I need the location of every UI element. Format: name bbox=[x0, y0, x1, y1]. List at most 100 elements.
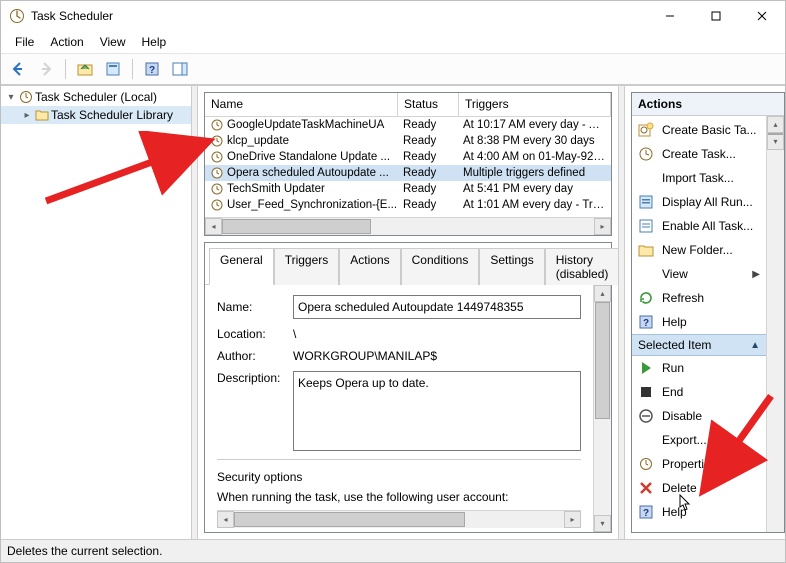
forward-button[interactable] bbox=[33, 56, 59, 82]
scroll-left-button[interactable]: ◂ bbox=[217, 511, 234, 528]
task-trigger: Multiple triggers defined bbox=[457, 167, 611, 179]
action-refresh[interactable]: Refresh bbox=[632, 286, 766, 310]
action-group-label: Selected Item bbox=[638, 338, 711, 352]
action-export[interactable]: Export... bbox=[632, 428, 766, 452]
action-label: New Folder... bbox=[662, 243, 733, 257]
action-group-selected-item[interactable]: Selected Item▲ bbox=[632, 334, 766, 356]
display-icon bbox=[638, 194, 654, 210]
action-create-basic[interactable]: Create Basic Ta... bbox=[632, 118, 766, 142]
collapse-icon[interactable]: ▾ bbox=[5, 92, 17, 103]
scroll-right-button[interactable]: ▸ bbox=[594, 218, 611, 235]
task-trigger: At 1:01 AM every day - Trigge... bbox=[457, 199, 611, 211]
action-import[interactable]: Import Task... bbox=[632, 166, 766, 190]
scroll-down-button[interactable]: ▾ bbox=[767, 133, 784, 150]
action-new-folder[interactable]: New Folder... bbox=[632, 238, 766, 262]
tab-history[interactable]: History (disabled) bbox=[545, 248, 620, 285]
help-icon: ? bbox=[638, 504, 654, 520]
scroll-up-button[interactable]: ▴ bbox=[767, 116, 784, 133]
action-label: Refresh bbox=[662, 291, 704, 305]
scroll-up-button[interactable]: ▴ bbox=[594, 285, 611, 302]
task-row[interactable]: GoogleUpdateTaskMachineUAReadyAt 10:17 A… bbox=[205, 117, 611, 133]
maximize-button[interactable] bbox=[693, 1, 739, 31]
close-button[interactable] bbox=[739, 1, 785, 31]
task-name: User_Feed_Synchronization-{E... bbox=[227, 199, 397, 211]
tree-library[interactable]: ▸ Task Scheduler Library bbox=[1, 106, 191, 124]
help-toolbar-button[interactable]: ? bbox=[139, 56, 165, 82]
action-help2[interactable]: ?Help bbox=[632, 500, 766, 524]
task-row[interactable]: TechSmith UpdaterReadyAt 5:41 PM every d… bbox=[205, 181, 611, 197]
scroll-down-button[interactable]: ▾ bbox=[594, 515, 611, 532]
menu-help[interactable]: Help bbox=[134, 33, 175, 51]
tab-actions[interactable]: Actions bbox=[339, 248, 400, 285]
description-field[interactable]: Keeps Opera up to date. bbox=[293, 371, 581, 451]
task-row[interactable]: OneDrive Standalone Update ...ReadyAt 4:… bbox=[205, 149, 611, 165]
properties-button[interactable] bbox=[100, 56, 126, 82]
task-list: Name Status Triggers GoogleUpdateTaskMac… bbox=[204, 92, 612, 236]
show-actions-button[interactable] bbox=[167, 56, 193, 82]
scroll-thumb[interactable] bbox=[595, 302, 610, 419]
scroll-thumb[interactable] bbox=[768, 133, 783, 135]
chevron-right-icon: ▶ bbox=[752, 269, 760, 280]
action-label: Create Task... bbox=[662, 147, 736, 161]
tree-root-label: Task Scheduler (Local) bbox=[35, 90, 157, 104]
action-enable-history[interactable]: Enable All Task... bbox=[632, 214, 766, 238]
task-row[interactable]: User_Feed_Synchronization-{E...ReadyAt 1… bbox=[205, 197, 611, 213]
menu-file[interactable]: File bbox=[7, 33, 42, 51]
actions-panel-container: Actions Create Basic Ta...Create Task...… bbox=[625, 86, 785, 539]
clock-icon bbox=[211, 183, 223, 195]
detail-horizontal-scrollbar[interactable]: ◂ ▸ bbox=[217, 510, 581, 528]
tab-triggers[interactable]: Triggers bbox=[274, 248, 340, 285]
window-title: Task Scheduler bbox=[31, 9, 647, 23]
up-button[interactable] bbox=[72, 56, 98, 82]
action-view[interactable]: View▶ bbox=[632, 262, 766, 286]
name-field[interactable] bbox=[293, 295, 581, 319]
tab-general[interactable]: General bbox=[209, 248, 274, 285]
scroll-track[interactable] bbox=[222, 218, 594, 235]
svg-text:?: ? bbox=[149, 65, 155, 76]
action-label: Create Basic Ta... bbox=[662, 123, 757, 137]
action-display-running[interactable]: Display All Run... bbox=[632, 190, 766, 214]
scroll-track[interactable] bbox=[234, 511, 564, 528]
scroll-thumb[interactable] bbox=[234, 512, 465, 527]
action-run[interactable]: Run bbox=[632, 356, 766, 380]
splitter-right[interactable] bbox=[618, 86, 625, 539]
action-help[interactable]: ?Help bbox=[632, 310, 766, 334]
detail-vertical-scrollbar[interactable]: ▴ ▾ bbox=[593, 285, 611, 532]
scroll-left-button[interactable]: ◂ bbox=[205, 218, 222, 235]
action-label: Run bbox=[662, 361, 684, 375]
scroll-thumb[interactable] bbox=[222, 219, 371, 234]
enable-icon bbox=[638, 218, 654, 234]
action-create-task[interactable]: Create Task... bbox=[632, 142, 766, 166]
action-disable[interactable]: Disable bbox=[632, 404, 766, 428]
body: ▾ Task Scheduler (Local) ▸ Task Schedule… bbox=[1, 85, 785, 539]
minimize-button[interactable] bbox=[647, 1, 693, 31]
back-button[interactable] bbox=[5, 56, 31, 82]
column-triggers[interactable]: Triggers bbox=[459, 93, 611, 117]
actions-body: Create Basic Ta... Create Task... Import T… bbox=[632, 116, 766, 532]
tree-root[interactable]: ▾ Task Scheduler (Local) bbox=[1, 88, 191, 106]
tree-panel: ▾ Task Scheduler (Local) ▸ Task Schedule… bbox=[1, 86, 191, 539]
expand-icon[interactable]: ▸ bbox=[21, 110, 33, 121]
run-icon bbox=[638, 360, 654, 376]
center-panel: Name Status Triggers GoogleUpdateTaskMac… bbox=[198, 86, 618, 539]
scroll-right-button[interactable]: ▸ bbox=[564, 511, 581, 528]
action-properties[interactable]: Properties bbox=[632, 452, 766, 476]
action-delete[interactable]: Delete bbox=[632, 476, 766, 500]
actions-vertical-scrollbar[interactable]: ▴ ▾ bbox=[766, 116, 784, 532]
horizontal-scrollbar[interactable]: ◂ ▸ bbox=[205, 217, 611, 235]
splitter-left[interactable] bbox=[191, 86, 198, 539]
tab-settings[interactable]: Settings bbox=[479, 248, 544, 285]
column-name[interactable]: Name bbox=[205, 93, 398, 117]
tab-conditions[interactable]: Conditions bbox=[401, 248, 480, 285]
task-details: General Triggers Actions Conditions Sett… bbox=[204, 242, 612, 533]
action-end[interactable]: End bbox=[632, 380, 766, 404]
menu-action[interactable]: Action bbox=[42, 33, 91, 51]
task-trigger: At 8:38 PM every 30 days bbox=[457, 135, 611, 147]
app-icon bbox=[9, 8, 25, 24]
column-status[interactable]: Status bbox=[398, 93, 459, 117]
folder-icon bbox=[638, 242, 654, 258]
menu-view[interactable]: View bbox=[92, 33, 134, 51]
blank-icon bbox=[638, 266, 654, 282]
task-row[interactable]: klcp_updateReadyAt 8:38 PM every 30 days bbox=[205, 133, 611, 149]
task-row[interactable]: Opera scheduled Autoupdate ...ReadyMulti… bbox=[205, 165, 611, 181]
